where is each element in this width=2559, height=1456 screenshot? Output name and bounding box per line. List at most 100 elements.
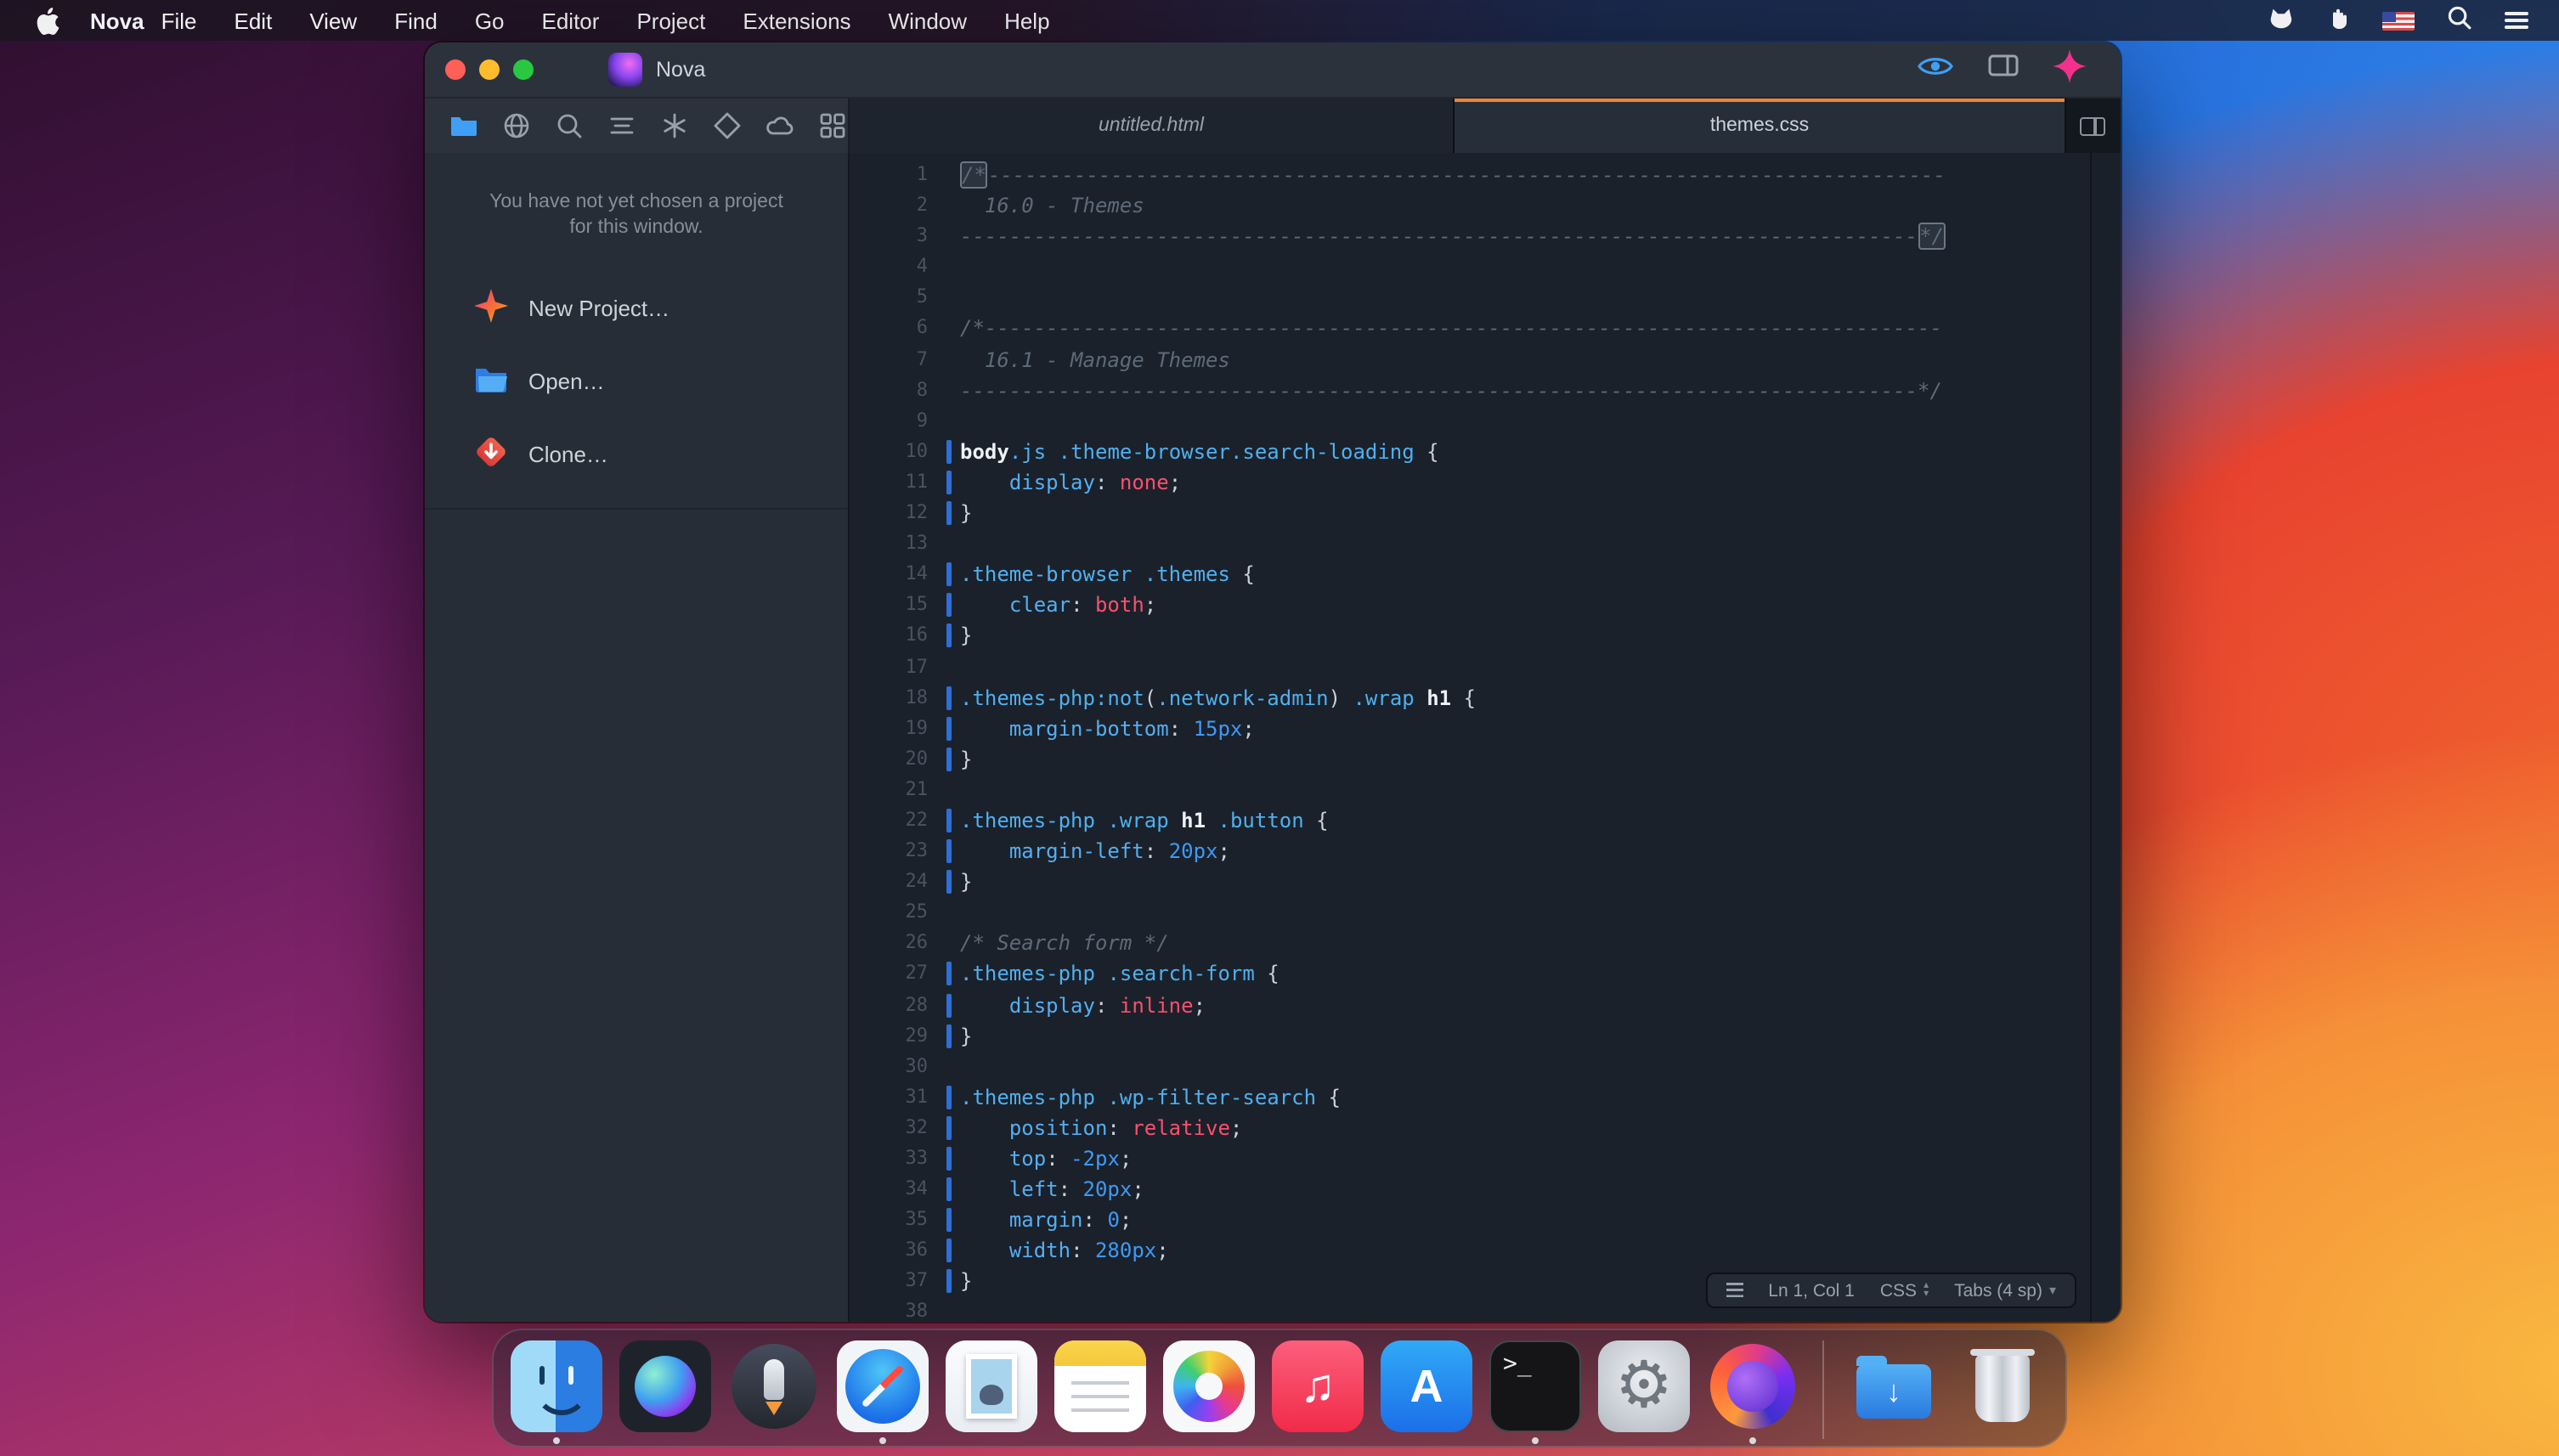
code-line[interactable]: 15 clear: both; — [850, 590, 2090, 621]
menu-item-project[interactable]: Project — [636, 8, 705, 33]
status-symbols-button[interactable] — [1726, 1283, 1743, 1298]
dock-launchpad-icon[interactable] — [728, 1340, 820, 1444]
dock-siri-icon[interactable] — [619, 1340, 711, 1444]
safari-app-tile — [837, 1340, 929, 1432]
code-line[interactable]: 31.themes-php .wp-filter-search { — [850, 1082, 2090, 1113]
code-line[interactable]: 35 margin: 0; — [850, 1205, 2090, 1235]
reports-lines-icon[interactable] — [606, 109, 638, 143]
search-icon[interactable] — [554, 109, 586, 143]
git-diamond-icon[interactable] — [711, 109, 743, 143]
dock-firefox-icon[interactable] — [1707, 1340, 1799, 1444]
code-text: top: -2px; — [952, 1143, 1132, 1174]
nova-sparkle-icon[interactable] — [2053, 48, 2087, 91]
code-line[interactable]: 5 — [850, 283, 2090, 313]
code-line[interactable]: 23 margin-left: 20px; — [850, 836, 2090, 866]
code-line[interactable]: 36 width: 280px; — [850, 1236, 2090, 1267]
editor-right-strip[interactable] — [2090, 153, 2121, 1322]
code-line[interactable]: 28 display: inline; — [850, 990, 2090, 1020]
dog-menu-extra-icon[interactable] — [2267, 5, 2294, 36]
status-language-selector[interactable]: CSS ▴▾ — [1880, 1280, 1929, 1301]
code-line[interactable]: 30 — [850, 1051, 2090, 1081]
code-line[interactable]: 9 — [850, 406, 2090, 437]
code-line[interactable]: 32 position: relative; — [850, 1113, 2090, 1143]
code-line[interactable]: 33 top: -2px; — [850, 1143, 2090, 1174]
cloud-publish-icon[interactable] — [764, 109, 796, 143]
status-tab-settings[interactable]: Tabs (4 sp) ▾ — [1954, 1280, 2056, 1301]
menu-item-editor[interactable]: Editor — [542, 8, 600, 33]
menu-item-view[interactable]: View — [309, 8, 357, 33]
menu-item-window[interactable]: Window — [889, 8, 968, 33]
input-source-us-flag-icon[interactable] — [2382, 11, 2415, 30]
code-line[interactable]: 27.themes-php .search-form { — [850, 959, 2090, 990]
panel-layout-icon[interactable] — [1988, 54, 2019, 85]
line-number: 22 — [850, 805, 928, 836]
dock-mail-icon[interactable] — [946, 1340, 1037, 1444]
code-line[interactable]: 21 — [850, 775, 2090, 805]
tab-themes-css[interactable]: themes.css — [1455, 99, 2066, 153]
code-line[interactable]: 6/*-------------------------------------… — [850, 313, 2090, 344]
close-button[interactable] — [445, 59, 466, 80]
code-line[interactable]: 7 16.1 - Manage Themes — [850, 344, 2090, 375]
dock-safari-icon[interactable] — [837, 1340, 929, 1444]
code-line[interactable]: 11 display: none; — [850, 467, 2090, 498]
code-area[interactable]: 1/*-------------------------------------… — [850, 153, 2090, 1322]
menu-item-edit[interactable]: Edit — [234, 8, 273, 33]
status-line-col[interactable]: Ln 1, Col 1 — [1768, 1280, 1855, 1301]
code-line[interactable]: 1/*-------------------------------------… — [850, 160, 2090, 190]
code-line[interactable]: 10body.js .theme-browser.search-loading … — [850, 437, 2090, 467]
files-folder-icon[interactable] — [449, 109, 481, 143]
dock-finder-icon[interactable] — [511, 1340, 602, 1444]
code-line[interactable]: 4 — [850, 252, 2090, 283]
line-number: 19 — [850, 713, 928, 743]
code-line[interactable]: 17 — [850, 652, 2090, 682]
terminal-app-tile: >_ — [1489, 1340, 1581, 1432]
code-line[interactable]: 2 16.0 - Themes — [850, 190, 2090, 221]
menu-item-help[interactable]: Help — [1004, 8, 1050, 33]
dock-terminal-icon[interactable]: >_ — [1489, 1340, 1581, 1444]
code-line[interactable]: 24} — [850, 866, 2090, 897]
code-line[interactable]: 29} — [850, 1020, 2090, 1051]
dock-downloads-icon[interactable]: ↓ — [1848, 1340, 1940, 1444]
editor: 1/*-------------------------------------… — [850, 153, 2121, 1322]
code-line[interactable]: 18.themes-php:not(.network-admin) .wrap … — [850, 682, 2090, 713]
code-line[interactable]: 19 margin-bottom: 15px; — [850, 713, 2090, 743]
dock-photos-icon[interactable] — [1163, 1340, 1255, 1444]
menu-app-name[interactable]: Nova — [90, 8, 144, 33]
dock-app-store-icon[interactable]: A — [1381, 1340, 1472, 1444]
code-line[interactable]: 34 left: 20px; — [850, 1174, 2090, 1205]
code-line[interactable]: 13 — [850, 528, 2090, 559]
open-item[interactable]: Open… — [425, 345, 848, 418]
dock-system-preferences-icon[interactable]: ⚙ — [1598, 1340, 1690, 1444]
remote-globe-icon[interactable] — [501, 109, 534, 143]
zoom-button[interactable] — [513, 59, 534, 80]
hand-menu-extra-icon[interactable] — [2326, 5, 2350, 36]
menu-item-go[interactable]: Go — [475, 8, 505, 33]
split-editor-button[interactable] — [2066, 99, 2117, 153]
code-line[interactable]: 26/* Search form */ — [850, 928, 2090, 959]
apple-menu-icon[interactable] — [34, 6, 59, 35]
code-line[interactable]: 8---------------------------------------… — [850, 375, 2090, 405]
menu-item-file[interactable]: File — [161, 8, 197, 33]
extensions-grid-icon[interactable] — [816, 109, 848, 143]
code-line[interactable]: 25 — [850, 898, 2090, 928]
code-line[interactable]: 22.themes-php .wrap h1 .button { — [850, 805, 2090, 836]
dock-trash-icon[interactable] — [1957, 1340, 2048, 1444]
minimize-button[interactable] — [479, 59, 500, 80]
code-line[interactable]: 3---------------------------------------… — [850, 221, 2090, 251]
clone-item[interactable]: Clone… — [425, 418, 848, 491]
menu-lines-icon[interactable] — [2505, 12, 2528, 29]
preview-eye-icon[interactable] — [1917, 54, 1954, 86]
tab-untitled-html[interactable]: untitled.html — [850, 99, 1455, 153]
dock-notes-icon[interactable] — [1054, 1340, 1146, 1444]
code-line[interactable]: 12} — [850, 498, 2090, 528]
new-project-item[interactable]: New Project… — [425, 272, 848, 345]
symbols-asterisk-icon[interactable] — [658, 109, 691, 143]
spotlight-search-icon[interactable] — [2447, 5, 2472, 36]
menu-item-extensions[interactable]: Extensions — [743, 8, 850, 33]
window-titlebar[interactable]: Nova — [425, 42, 2121, 99]
code-line[interactable]: 20} — [850, 744, 2090, 775]
dock-music-icon[interactable]: ♫ — [1272, 1340, 1364, 1444]
code-line[interactable]: 14.theme-browser .themes { — [850, 559, 2090, 590]
code-line[interactable]: 16} — [850, 621, 2090, 652]
menu-item-find[interactable]: Find — [394, 8, 438, 33]
